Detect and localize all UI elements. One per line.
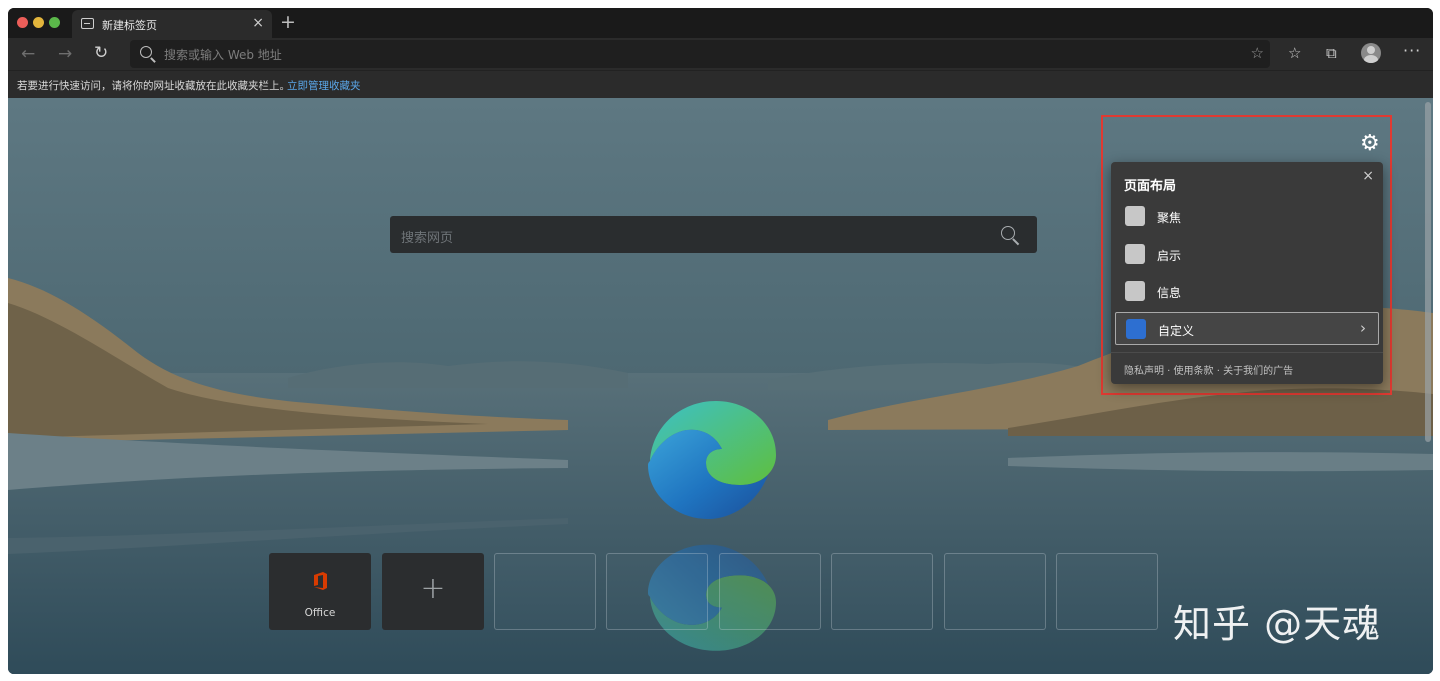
layout-option-label: 启示 bbox=[1157, 249, 1182, 263]
web-search-box[interactable]: 搜索网页 bbox=[390, 216, 1037, 253]
quick-link-label: Office bbox=[304, 607, 336, 619]
page-scrollbar[interactable] bbox=[1425, 102, 1431, 442]
empty-quick-link-tile bbox=[494, 553, 596, 630]
panel-footer-links[interactable]: 隐私声明 · 使用条款 · 关于我们的广告 bbox=[1124, 362, 1293, 377]
close-window-button[interactable] bbox=[17, 17, 28, 28]
new-tab-page: 搜索网页 Office + 知乎 @天魂 ⚙ 页面布局 × 聚焦 启示 信息 自… bbox=[8, 98, 1433, 674]
focused-layout-icon bbox=[1125, 206, 1145, 226]
panel-divider bbox=[1111, 352, 1383, 353]
empty-quick-link-tile bbox=[831, 553, 933, 630]
add-quick-link-tile[interactable]: + bbox=[382, 553, 484, 630]
reload-button[interactable]: ↻ bbox=[94, 43, 108, 63]
more-options-icon[interactable]: ··· bbox=[1403, 41, 1421, 60]
quick-link-office[interactable]: Office bbox=[269, 553, 371, 630]
search-icon bbox=[140, 46, 152, 58]
panel-title: 页面布局 bbox=[1124, 179, 1177, 194]
empty-quick-link-tile bbox=[606, 553, 708, 630]
address-bar[interactable]: 搜索或输入 Web 地址 ☆ bbox=[130, 40, 1270, 68]
page-layout-panel: 页面布局 × 聚焦 启示 信息 自定义 › 隐私声明 · 使用条款 · 关于我们… bbox=[1111, 162, 1383, 384]
forward-button[interactable]: → bbox=[58, 44, 72, 64]
minimize-window-button[interactable] bbox=[33, 17, 44, 28]
tab-new-tab[interactable]: 新建标签页 × bbox=[72, 10, 272, 38]
maximize-window-button[interactable] bbox=[49, 17, 60, 28]
favorites-icon[interactable]: ☆ bbox=[1288, 44, 1301, 62]
layout-option-informational[interactable]: 信息 bbox=[1115, 275, 1379, 308]
back-button[interactable]: ← bbox=[21, 44, 35, 64]
collections-icon[interactable]: ⧉ bbox=[1326, 44, 1337, 62]
favorites-bar-message: 若要进行快速访问，请将你的网址收藏放在此收藏夹栏上。 bbox=[17, 80, 290, 92]
layout-option-label: 聚焦 bbox=[1157, 211, 1182, 225]
zhihu-watermark: 知乎 @天魂 bbox=[1173, 602, 1382, 646]
layout-option-inspirational[interactable]: 启示 bbox=[1115, 238, 1379, 271]
new-tab-page-icon bbox=[81, 18, 94, 29]
tab-close-icon[interactable]: × bbox=[252, 15, 264, 31]
new-tab-button[interactable]: + bbox=[280, 11, 296, 33]
layout-option-custom[interactable]: 自定义 › bbox=[1115, 312, 1379, 345]
empty-quick-link-tile bbox=[1056, 553, 1158, 630]
layout-option-focused[interactable]: 聚焦 bbox=[1115, 200, 1379, 233]
close-icon[interactable]: × bbox=[1362, 168, 1374, 184]
add-icon: + bbox=[420, 571, 446, 606]
search-placeholder: 搜索网页 bbox=[401, 231, 454, 246]
empty-quick-link-tile bbox=[719, 553, 821, 630]
inspirational-layout-icon bbox=[1125, 244, 1145, 264]
gear-icon[interactable]: ⚙ bbox=[1360, 131, 1380, 156]
search-icon[interactable] bbox=[1001, 226, 1015, 240]
informational-layout-icon bbox=[1125, 281, 1145, 301]
favorites-bar: 若要进行快速访问，请将你的网址收藏放在此收藏夹栏上。 立即管理收藏夹 bbox=[8, 70, 1433, 98]
toolbar: ← → ↻ 搜索或输入 Web 地址 ☆ ☆ ⧉ ··· bbox=[8, 38, 1433, 70]
profile-avatar[interactable] bbox=[1361, 43, 1381, 63]
layout-option-label: 自定义 bbox=[1158, 324, 1195, 338]
empty-quick-link-tile bbox=[944, 553, 1046, 630]
office-icon bbox=[314, 572, 327, 590]
tab-strip: 新建标签页 × + bbox=[8, 8, 1433, 38]
browser-window: 新建标签页 × + ← → ↻ 搜索或输入 Web 地址 ☆ ☆ ⧉ ··· 若… bbox=[8, 8, 1433, 674]
pencil-icon bbox=[1126, 319, 1146, 339]
add-favorite-star-icon[interactable]: ☆ bbox=[1251, 44, 1264, 62]
manage-favorites-link[interactable]: 立即管理收藏夹 bbox=[287, 78, 361, 93]
address-placeholder: 搜索或输入 Web 地址 bbox=[164, 48, 282, 62]
layout-option-label: 信息 bbox=[1157, 286, 1182, 300]
chevron-right-icon: › bbox=[1360, 319, 1366, 337]
tab-title: 新建标签页 bbox=[102, 19, 157, 32]
